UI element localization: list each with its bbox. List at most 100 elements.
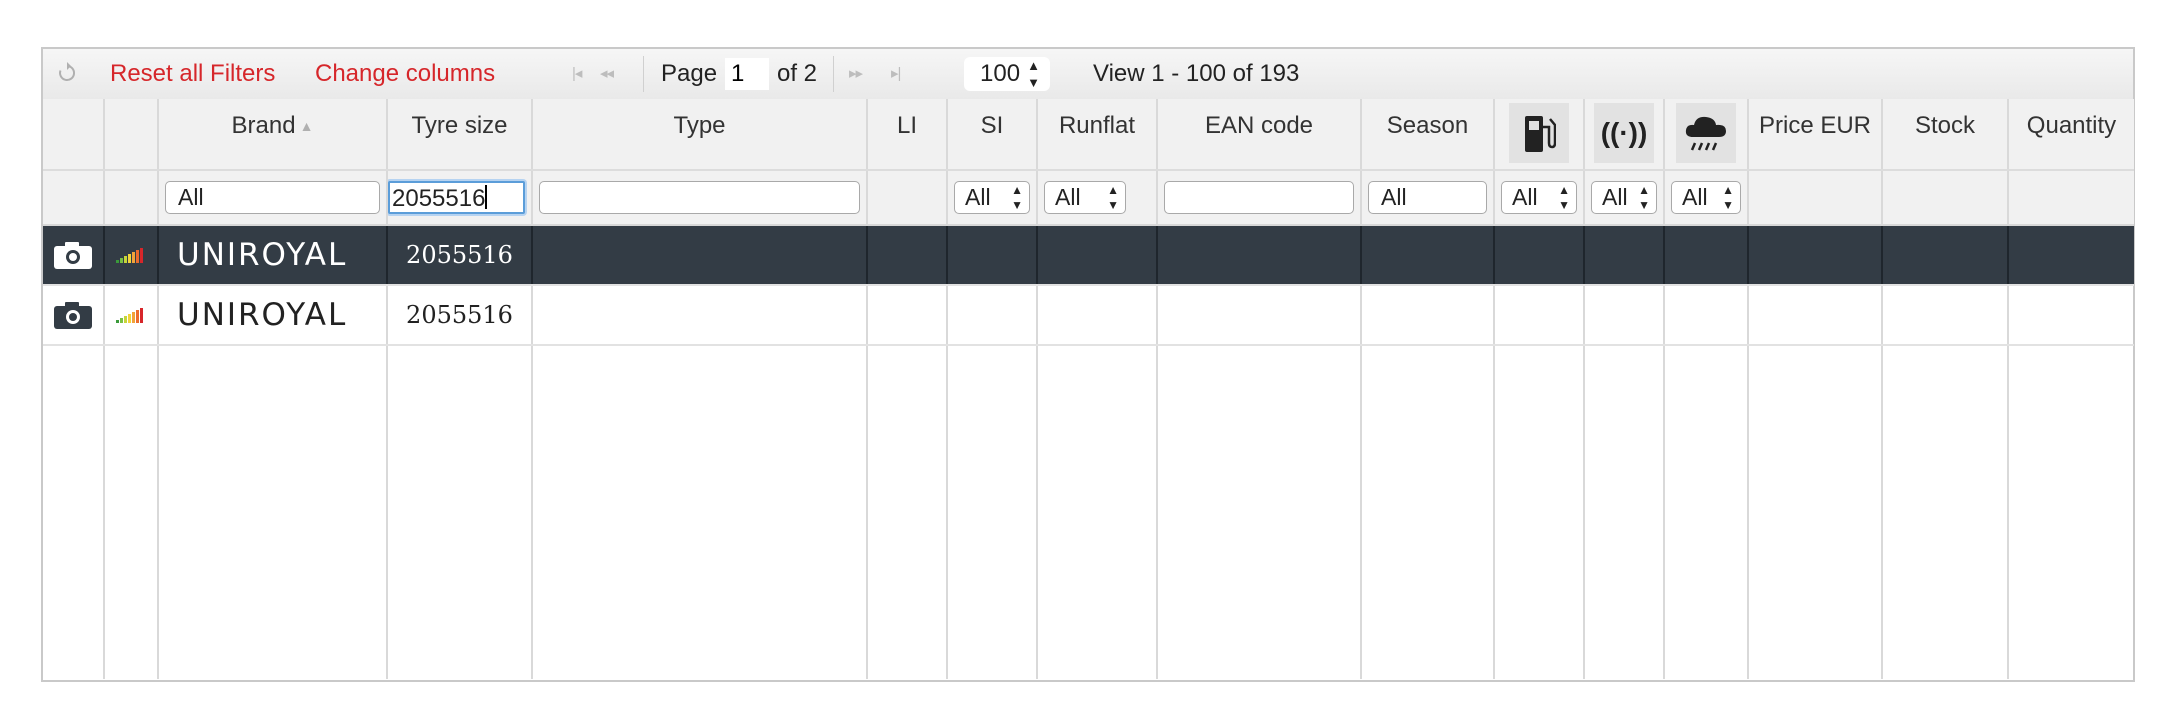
stock-cell bbox=[1882, 285, 2009, 346]
header-fuel[interactable] bbox=[1494, 99, 1585, 171]
header-quantity[interactable]: Quantity bbox=[2008, 99, 2134, 171]
brand-value: UNIROYAL bbox=[177, 297, 348, 333]
empty-cell bbox=[158, 345, 388, 679]
tyre-grid: Reset all Filters Change columns |◂ ◂◂ P… bbox=[41, 47, 2135, 682]
wet-cell bbox=[1664, 285, 1749, 346]
header-tyre-size[interactable]: Tyre size bbox=[387, 99, 533, 171]
rows-per-page-select[interactable]: 100 ▲ ▼ bbox=[964, 57, 1050, 91]
header-price[interactable]: Price EUR bbox=[1748, 99, 1883, 171]
refresh-icon[interactable] bbox=[57, 49, 77, 99]
filter-cell-empty bbox=[43, 170, 105, 226]
empty-cell bbox=[1664, 345, 1749, 679]
tyre-size-filter-value: 2055516 bbox=[392, 185, 486, 212]
toolbar-divider bbox=[833, 56, 834, 92]
empty-cell bbox=[1882, 345, 2009, 679]
change-columns-link[interactable]: Change columns bbox=[315, 49, 495, 99]
empty-cell bbox=[1748, 345, 1883, 679]
fuel-filter-value: All bbox=[1512, 184, 1538, 210]
header-li[interactable]: LI bbox=[867, 99, 948, 171]
runflat-cell bbox=[1037, 285, 1158, 346]
header-quantity-label: Quantity bbox=[2026, 112, 2117, 139]
runflat-cell bbox=[1037, 225, 1158, 286]
results-table: Brand ▲ Tyre size Type LI SI Runflat EAN … bbox=[43, 99, 2134, 679]
prev-page-icon[interactable]: ◂◂ bbox=[600, 49, 614, 99]
header-stock[interactable]: Stock bbox=[1882, 99, 2009, 171]
select-arrows-icon: ▲ ▼ bbox=[1027, 58, 1040, 90]
camera-icon bbox=[54, 242, 92, 269]
filter-type-cell bbox=[532, 170, 868, 226]
filter-cell-empty bbox=[2008, 170, 2134, 226]
camera-icon bbox=[54, 302, 92, 329]
type-filter-input[interactable] bbox=[539, 181, 860, 214]
ean-filter-input[interactable] bbox=[1164, 181, 1354, 214]
filter-size-cell: 2055516 bbox=[387, 170, 533, 226]
empty-grid-area bbox=[43, 345, 2134, 679]
photo-cell[interactable] bbox=[43, 225, 105, 286]
ean-cell bbox=[1157, 285, 1362, 346]
filter-row: All 2055516 All ▲▼ All ▲▼ All All ▲▼ bbox=[43, 170, 2134, 226]
header-noise[interactable]: ((·)) bbox=[1584, 99, 1665, 171]
header-runflat-label: Runflat bbox=[1058, 112, 1136, 139]
label-cell[interactable] bbox=[104, 285, 159, 346]
fuel-cell bbox=[1494, 225, 1585, 286]
quantity-cell[interactable] bbox=[2008, 285, 2134, 346]
noise-filter-select[interactable]: All ▲ ▼ bbox=[1591, 181, 1657, 214]
filter-ean-cell bbox=[1157, 170, 1362, 226]
empty-cell bbox=[1157, 345, 1362, 679]
toolbar-divider bbox=[643, 56, 644, 92]
size-cell: 2055516 bbox=[387, 285, 533, 346]
fuel-cell bbox=[1494, 285, 1585, 346]
header-si[interactable]: SI bbox=[947, 99, 1038, 171]
tyre-size-filter-input[interactable]: 2055516 bbox=[388, 181, 525, 214]
reset-filters-link[interactable]: Reset all Filters bbox=[110, 49, 275, 99]
select-arrows-icon: ▲ ▼ bbox=[1107, 183, 1119, 212]
select-arrows-icon: ▲ ▼ bbox=[1011, 183, 1023, 212]
filter-noise-cell: All ▲ ▼ bbox=[1584, 170, 1665, 226]
header-label bbox=[104, 99, 159, 171]
filter-wet-cell: All ▲ ▼ bbox=[1664, 170, 1749, 226]
header-price-label: Price EUR bbox=[1758, 112, 1872, 139]
header-season[interactable]: Season bbox=[1361, 99, 1495, 171]
empty-cell bbox=[1494, 345, 1585, 679]
empty-cell bbox=[532, 345, 868, 679]
select-arrows-icon: ▲ ▼ bbox=[1558, 183, 1570, 212]
quantity-cell[interactable] bbox=[2008, 225, 2134, 286]
eu-label-icon bbox=[116, 248, 143, 263]
brand-filter-input[interactable]: All bbox=[165, 181, 380, 214]
grid-toolbar: Reset all Filters Change columns |◂ ◂◂ P… bbox=[43, 49, 2133, 100]
filter-cell-empty bbox=[1882, 170, 2009, 226]
table-row[interactable]: UNIROYAL 2055516 bbox=[43, 285, 2134, 346]
filter-cell-empty bbox=[1748, 170, 1883, 226]
runflat-filter-select[interactable]: All ▲ ▼ bbox=[1044, 181, 1126, 214]
si-cell bbox=[947, 285, 1038, 346]
page-number-input[interactable] bbox=[725, 58, 769, 90]
header-runflat[interactable]: Runflat bbox=[1037, 99, 1158, 171]
fuel-filter-select[interactable]: All ▲ ▼ bbox=[1501, 181, 1577, 214]
header-brand[interactable]: Brand ▲ bbox=[158, 99, 388, 171]
wet-filter-select[interactable]: All ▲ ▼ bbox=[1671, 181, 1741, 214]
sort-icon: ▲ bbox=[299, 118, 314, 134]
brand-cell: UNIROYAL bbox=[158, 285, 388, 346]
price-cell bbox=[1748, 225, 1883, 286]
header-wet[interactable] bbox=[1664, 99, 1749, 171]
label-cell[interactable] bbox=[104, 225, 159, 286]
si-filter-select[interactable]: All ▲ ▼ bbox=[954, 181, 1030, 214]
header-si-label: SI bbox=[980, 112, 1004, 139]
header-type[interactable]: Type bbox=[532, 99, 868, 171]
photo-cell[interactable] bbox=[43, 285, 105, 346]
header-ean[interactable]: EAN code bbox=[1157, 99, 1362, 171]
empty-cell bbox=[1584, 345, 1665, 679]
header-type-label: Type bbox=[673, 112, 726, 139]
header-li-label: LI bbox=[896, 112, 917, 139]
next-page-icon[interactable]: ▸▸ bbox=[849, 49, 863, 99]
first-page-icon[interactable]: |◂ bbox=[572, 49, 582, 99]
type-cell bbox=[532, 285, 868, 346]
empty-cell bbox=[43, 345, 105, 679]
page-label: Page bbox=[661, 60, 718, 87]
table-row[interactable]: UNIROYAL 2055516 bbox=[43, 225, 2134, 286]
filter-fuel-cell: All ▲ ▼ bbox=[1494, 170, 1585, 226]
noise-cell bbox=[1584, 285, 1665, 346]
season-filter-input[interactable]: All bbox=[1368, 181, 1487, 214]
last-page-icon[interactable]: ▸| bbox=[891, 49, 901, 99]
brand-cell: UNIROYAL bbox=[158, 225, 388, 286]
